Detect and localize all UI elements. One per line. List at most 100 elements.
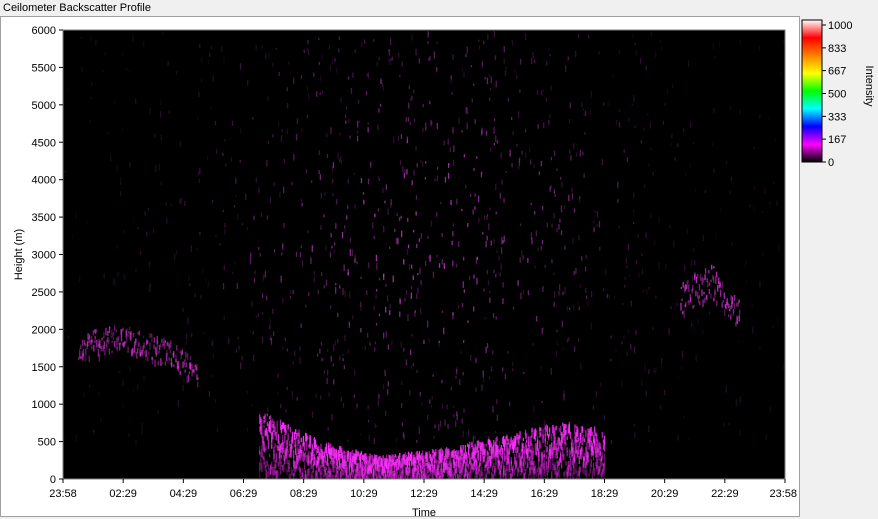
noise-point [661, 46, 663, 51]
noise-point [655, 295, 657, 299]
layer-point [159, 343, 162, 348]
layer-point [681, 311, 684, 315]
noise-point [347, 205, 349, 209]
noise-point [487, 33, 489, 40]
noise-point [493, 127, 495, 134]
noise-point [551, 259, 553, 264]
boundary-point [586, 469, 588, 478]
noise-point [182, 384, 184, 392]
noise-point [286, 129, 288, 135]
boundary-point [535, 429, 538, 436]
noise-point [582, 151, 584, 156]
noise-point [602, 288, 605, 291]
noise-point [593, 227, 595, 233]
layer-point [702, 278, 705, 283]
noise-point [467, 222, 469, 227]
layer-point [90, 335, 93, 342]
noise-point [301, 203, 303, 207]
noise-point [389, 59, 391, 65]
noise-point [596, 211, 599, 218]
noise-point [507, 351, 509, 354]
layer-point [94, 336, 96, 340]
noise-point [391, 340, 393, 346]
noise-point [495, 273, 497, 278]
noise-point [459, 379, 461, 385]
noise-point [482, 377, 485, 383]
noise-point [132, 216, 135, 224]
noise-point [434, 424, 436, 428]
noise-point [356, 135, 359, 142]
noise-point [463, 72, 465, 78]
noise-point [416, 243, 418, 249]
boundary-point [267, 434, 270, 439]
noise-point [496, 141, 498, 144]
noise-point [286, 87, 288, 92]
layer-point [104, 349, 106, 356]
boundary-point [488, 470, 491, 475]
noise-point [501, 179, 503, 185]
noise-point [559, 284, 561, 291]
noise-point [185, 341, 187, 345]
layer-point [105, 339, 108, 348]
boundary-point [508, 456, 510, 462]
noise-point [132, 387, 135, 394]
boundary-point [548, 428, 551, 432]
noise-point [478, 45, 481, 50]
boundary-point [555, 425, 557, 431]
boundary-point [312, 469, 314, 474]
noise-point [496, 414, 498, 421]
boundary-point [558, 467, 561, 478]
noise-point [139, 250, 142, 256]
noise-point [199, 231, 201, 236]
noise-point [473, 168, 475, 171]
noise-point [447, 138, 449, 145]
noise-point [598, 51, 600, 55]
noise-point [100, 354, 102, 357]
noise-point [149, 283, 151, 287]
noise-point [120, 181, 122, 186]
noise-point [462, 430, 464, 438]
noise-point [291, 391, 294, 396]
noise-point [483, 40, 485, 45]
noise-point [561, 182, 563, 188]
noise-point [311, 411, 314, 418]
layer-point [688, 284, 690, 292]
noise-point [688, 60, 690, 67]
noise-point [265, 53, 267, 59]
noise-point [495, 135, 497, 143]
noise-point [427, 320, 429, 328]
noise-point [141, 430, 143, 434]
noise-point [436, 175, 438, 182]
noise-point [335, 283, 337, 286]
noise-point [600, 382, 602, 387]
boundary-point [300, 437, 302, 443]
boundary-point [308, 450, 310, 460]
noise-point [462, 372, 464, 376]
noise-point [144, 212, 147, 215]
noise-point [725, 385, 727, 393]
noise-point [730, 176, 733, 181]
layer-point [694, 272, 696, 277]
noise-point [490, 88, 492, 91]
noise-point [495, 183, 497, 191]
noise-point [438, 424, 440, 431]
noise-point [352, 72, 354, 78]
noise-point [488, 97, 491, 101]
noise-point [406, 249, 409, 255]
noise-point [532, 52, 534, 59]
noise-point [253, 215, 255, 220]
noise-point [300, 198, 302, 204]
boundary-point [601, 451, 603, 458]
boundary-point [587, 454, 589, 458]
noise-point [88, 384, 91, 388]
noise-point [272, 308, 274, 314]
boundary-point [532, 451, 534, 455]
noise-point [769, 406, 772, 413]
noise-point [461, 130, 463, 133]
noise-point [406, 139, 408, 144]
noise-point [413, 89, 415, 94]
noise-point [129, 162, 131, 168]
layer-point [736, 302, 738, 307]
noise-point [417, 287, 419, 294]
noise-point [504, 373, 507, 380]
